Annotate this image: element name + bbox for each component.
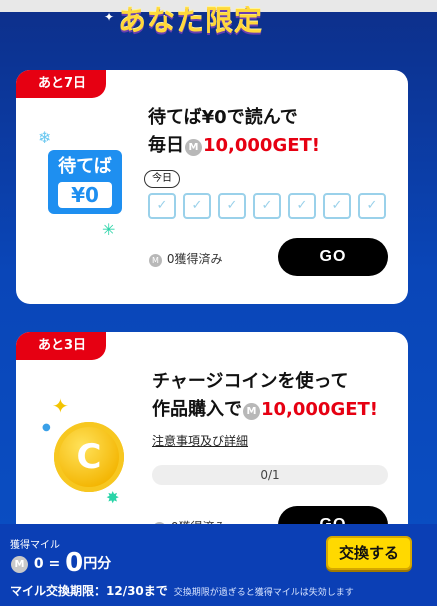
mission-card-wait-free: あと7日 ❄ 待てば ¥0 ✳ 待てば¥0で読んで 毎日 M 10,000GET! … — [16, 70, 408, 304]
earned-status: M 0獲得済み — [148, 250, 222, 267]
headline-prefix: 作品購入で — [152, 399, 242, 420]
mile-value: 0 — [33, 556, 44, 572]
day-check-6: ✓ — [323, 193, 351, 219]
mission-headline: 待てば¥0で読んで 毎日 M 10,000GET! — [148, 104, 398, 160]
day-check-7: ✓ — [358, 193, 386, 219]
day-check-3: ✓ — [218, 193, 246, 219]
sparkle-icon: ✦ — [52, 394, 69, 418]
snowflake-icon: ❄ — [38, 128, 52, 147]
headline-prefix: 毎日 — [148, 135, 184, 156]
exchange-deadline: マイル交換期限：12/30まで 交換期限が過ぎると獲得マイルは失効します — [10, 582, 354, 599]
sparkle-icon: ✦ — [104, 10, 115, 24]
banner-title: あなた限定 — [118, 6, 264, 37]
yen-value: 0 — [65, 548, 84, 578]
mission-progress-bar: 0/1 — [152, 465, 388, 485]
days-left-badge: あと3日 — [16, 332, 107, 360]
mile-coin-icon: M — [11, 556, 28, 573]
mile-balance: M 0 = 0円分 — [10, 548, 111, 578]
sparkle-icon: ✸ — [106, 488, 120, 507]
headline-line1: チャージコインを使って — [152, 371, 349, 392]
day-check-4: ✓ — [253, 193, 281, 219]
day-check-1: ✓ — [148, 193, 176, 219]
days-left-badge: あと7日 — [16, 70, 107, 98]
wait-free-icon-text: 待てば — [58, 156, 112, 177]
mile-coin-icon: M — [149, 254, 162, 267]
charge-coin-icon: C — [54, 422, 124, 492]
mile-coin-icon: M — [185, 139, 202, 156]
headline-amount: 10,000GET! — [203, 135, 321, 156]
go-button[interactable]: GO — [278, 238, 388, 276]
headline-line2: 作品購入で M 10,000GET! — [152, 396, 402, 424]
mile-coin-icon: M — [243, 403, 260, 420]
headline-line2: 毎日 M 10,000GET! — [148, 132, 398, 160]
daily-checks: ✓ ✓ ✓ ✓ ✓ ✓ ✓ — [148, 193, 386, 219]
day-check-5: ✓ — [288, 193, 316, 219]
sparkle-icon: ✳ — [102, 220, 116, 239]
progress-label: 0/1 — [260, 468, 280, 482]
mile-footer: 獲得マイル M 0 = 0円分 交換する マイル交換期限：12/30まで 交換期限… — [0, 524, 437, 606]
day-check-2: ✓ — [183, 193, 211, 219]
wait-free-icon-yen: ¥0 — [58, 182, 112, 208]
equals-sign: = — [48, 556, 61, 572]
headline-line1: 待てば¥0で読んで — [148, 107, 298, 128]
dot-icon: ● — [42, 422, 51, 433]
deadline-note: 交換期限が過ぎると獲得マイルは失効します — [173, 588, 354, 598]
today-tag: 今日 — [144, 170, 180, 188]
earned-text: 0獲得済み — [166, 252, 223, 266]
notes-details-link[interactable]: 注意事項及び詳細 — [152, 432, 248, 449]
yen-unit: 円分 — [83, 556, 112, 572]
wait-free-icon: 待てば ¥0 — [48, 150, 122, 214]
headline-amount: 10,000GET! — [261, 399, 379, 420]
exchange-button[interactable]: 交換する — [326, 536, 412, 570]
mission-headline: チャージコインを使って 作品購入で M 10,000GET! — [152, 368, 402, 424]
deadline-text: マイル交換期限：12/30まで — [10, 584, 168, 598]
